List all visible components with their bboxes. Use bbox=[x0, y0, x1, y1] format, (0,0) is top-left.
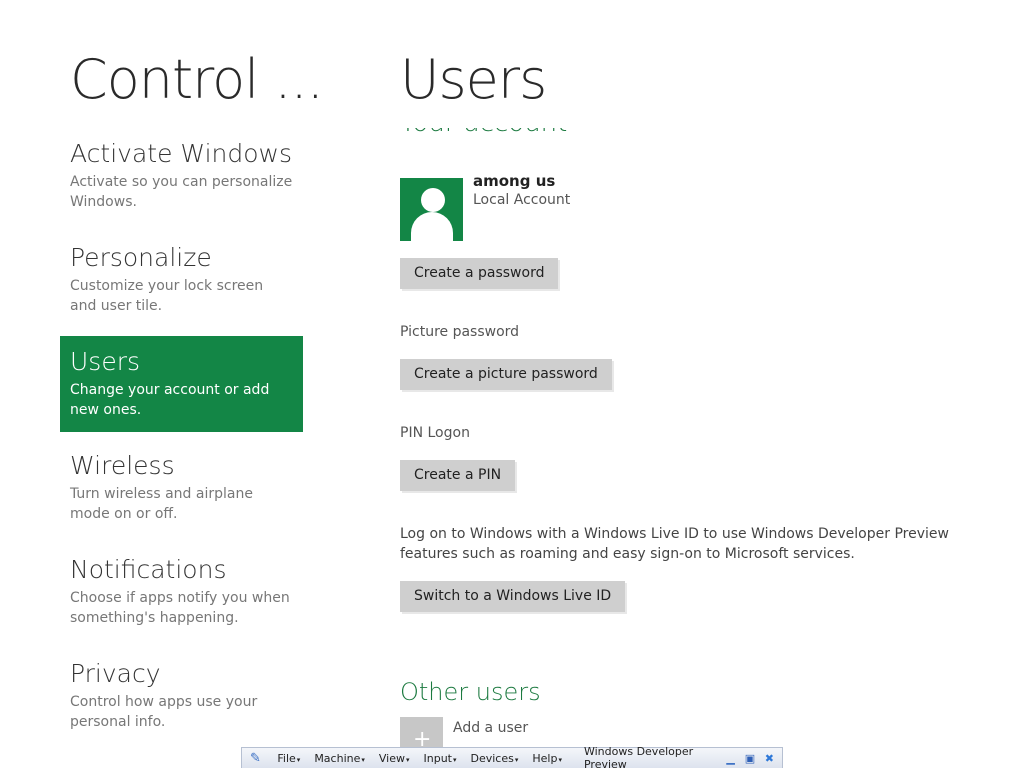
create-password-button[interactable]: Create a password bbox=[400, 258, 559, 289]
minimize-icon[interactable]: ▁ bbox=[724, 751, 737, 765]
vm-menu-input[interactable]: Input bbox=[424, 752, 457, 765]
nav-item-activate-windows[interactable]: Activate Windows Activate so you can per… bbox=[60, 128, 303, 224]
live-id-description: Log on to Windows with a Windows Live ID… bbox=[400, 526, 949, 562]
nav-item-desc: Control how apps use your personal info. bbox=[70, 694, 258, 730]
switch-live-id-button[interactable]: Switch to a Windows Live ID bbox=[400, 581, 626, 612]
nav-item-desc: Customize your lock screen and user tile… bbox=[70, 278, 264, 314]
nav-item-desc: Change your account or add new ones. bbox=[70, 382, 270, 418]
nav-item-desc: Turn wireless and airplane mode on or of… bbox=[70, 486, 253, 522]
maximize-icon[interactable]: ▣ bbox=[743, 751, 756, 765]
vm-menu-devices[interactable]: Devices bbox=[471, 752, 519, 765]
vm-menu-view[interactable]: View bbox=[379, 752, 410, 765]
vm-menu-machine[interactable]: Machine bbox=[314, 752, 365, 765]
nav-item-privacy[interactable]: Privacy Control how apps use your person… bbox=[60, 648, 303, 744]
vm-menu-file[interactable]: File bbox=[277, 752, 300, 765]
avatar-body-shape bbox=[411, 212, 453, 241]
add-user-link[interactable]: Add a user bbox=[453, 720, 528, 736]
nav-item-name: Activate Windows bbox=[70, 139, 292, 168]
panel-title: Control ... bbox=[70, 48, 324, 111]
vm-toolbar: ✎ File Machine View Input Devices Help W… bbox=[241, 745, 783, 771]
nav-item-name: Notifications bbox=[70, 555, 227, 584]
create-pin-button[interactable]: Create a PIN bbox=[400, 460, 516, 491]
vm-menu-help[interactable]: Help bbox=[532, 752, 562, 765]
users-content: Your account among us Local Account Crea… bbox=[400, 0, 1010, 768]
create-picture-password-button[interactable]: Create a picture password bbox=[400, 359, 612, 390]
nav-item-name: Privacy bbox=[70, 659, 161, 688]
user-avatar[interactable] bbox=[400, 178, 463, 241]
nav-item-wireless[interactable]: Wireless Turn wireless and airplane mode… bbox=[60, 440, 303, 536]
nav-item-users[interactable]: Users Change your account or add new one… bbox=[60, 336, 303, 432]
nav-item-name: Personalize bbox=[70, 243, 212, 272]
nav-item-name: Wireless bbox=[70, 451, 175, 480]
other-users-heading: Other users bbox=[400, 678, 541, 706]
settings-nav: Activate Windows Activate so you can per… bbox=[60, 128, 303, 752]
account-type: Local Account bbox=[473, 192, 571, 208]
avatar-head-shape bbox=[421, 188, 445, 212]
vm-title: Windows Developer Preview bbox=[583, 745, 694, 771]
nav-item-personalize[interactable]: Personalize Customize your lock screen a… bbox=[60, 232, 303, 328]
picture-password-label: Picture password bbox=[400, 324, 520, 340]
your-account-heading-clip: Your account bbox=[400, 128, 700, 158]
nav-item-desc: Activate so you can personalize Windows. bbox=[70, 174, 293, 210]
your-account-heading: Your account bbox=[400, 128, 567, 138]
nav-item-name: Users bbox=[70, 347, 141, 376]
nav-item-desc: Choose if apps notify you when something… bbox=[70, 590, 290, 626]
pin-icon[interactable]: ✎ bbox=[250, 751, 263, 766]
pin-logon-label: PIN Logon bbox=[400, 425, 470, 441]
account-name: among us bbox=[473, 172, 556, 190]
close-icon[interactable]: ✖ bbox=[763, 751, 776, 765]
nav-item-notifications[interactable]: Notifications Choose if apps notify you … bbox=[60, 544, 303, 640]
